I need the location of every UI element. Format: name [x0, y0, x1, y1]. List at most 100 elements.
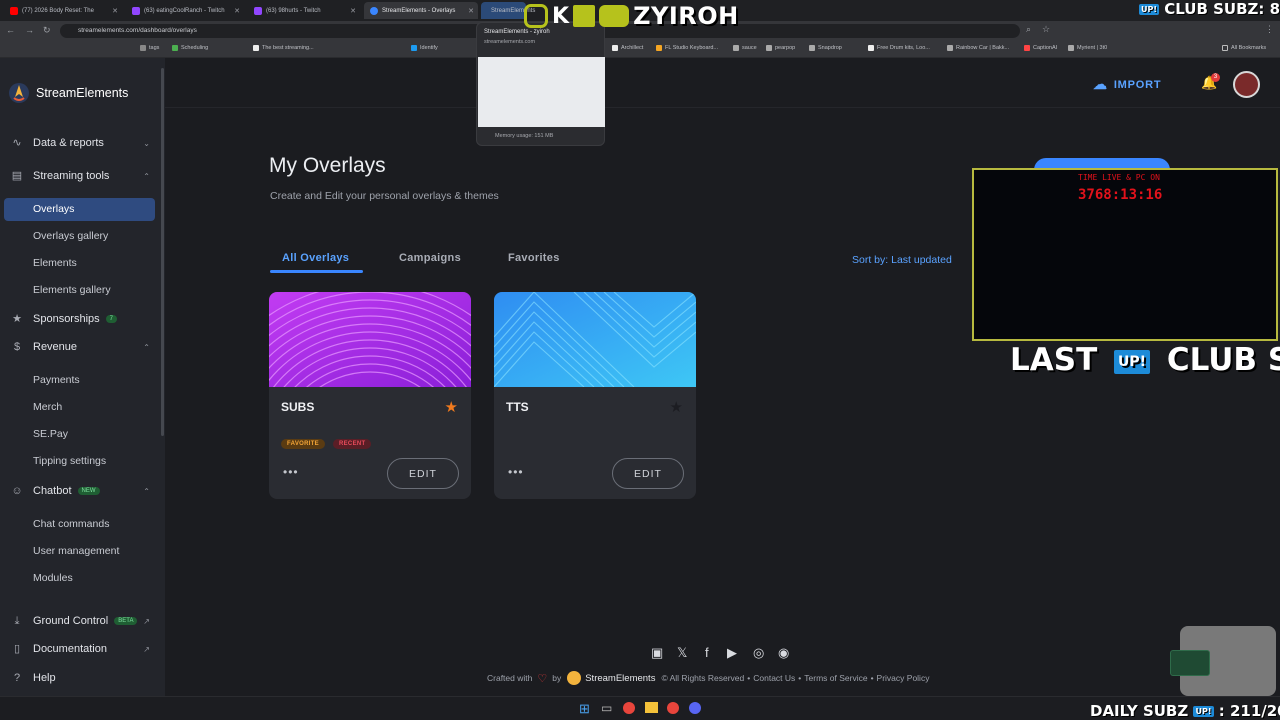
bookmark-item[interactable]: Scheduling [172, 45, 208, 51]
nav-user-management[interactable]: User management [33, 545, 119, 557]
bookmark-item[interactable]: The best streaming... [253, 45, 314, 51]
nav-ground-control[interactable]: ⤓ Ground Control BETA ↗ [10, 614, 150, 628]
task-view-icon[interactable]: ▭ [601, 701, 612, 715]
bookmark-item[interactable]: CaptionAI [1024, 45, 1057, 51]
facebook-icon[interactable]: f [705, 645, 709, 660]
close-icon[interactable]: ✕ [234, 7, 240, 15]
brand-logo[interactable]: StreamElements [8, 82, 128, 104]
bookmark-item[interactable]: Identify [411, 45, 438, 51]
nav-elements-gallery[interactable]: Elements gallery [33, 284, 111, 296]
youtube-icon[interactable]: ▶ [727, 645, 737, 661]
close-icon[interactable]: ✕ [112, 7, 118, 15]
last-club-sub-overlay: LAST UP! CLUB S [1010, 342, 1280, 378]
recent-tag: RECENT [333, 439, 372, 449]
footer-text: Crafted with [487, 673, 533, 683]
discord-icon[interactable] [689, 702, 701, 714]
tab-campaigns[interactable]: Campaigns [399, 252, 461, 264]
all-bookmarks[interactable]: All Bookmarks [1222, 45, 1266, 51]
bookmark-item[interactable]: FL Studio Keyboard... [656, 45, 718, 51]
overlay-card[interactable]: SUBS ★ FAVORITE RECENT ••• EDIT [269, 292, 471, 499]
nav-overlays[interactable]: Overlays [33, 203, 74, 215]
sidebar-scrollbar[interactable] [161, 68, 164, 436]
favorite-tag: FAVORITE [281, 439, 325, 449]
nav-sponsorships[interactable]: ★ Sponsorships 7 [10, 312, 150, 326]
preview-domain: streamelements.com [484, 39, 536, 45]
chrome-icon[interactable] [667, 702, 679, 714]
more-options-button[interactable]: ••• [283, 465, 299, 479]
nav-payments[interactable]: Payments [33, 374, 80, 386]
nav-label: Help [33, 672, 56, 684]
bookmark-item[interactable]: Rainbow Car | Bakk... [947, 45, 1009, 51]
browser-tab[interactable]: StreamElements [481, 2, 535, 19]
nav-merch[interactable]: Merch [33, 401, 62, 413]
reload-icon[interactable]: ↻ [43, 25, 51, 36]
overlay-card[interactable]: TTS ★ ••• EDIT [494, 292, 696, 499]
favorite-star-icon[interactable]: ★ [670, 398, 683, 416]
tab-label: (77) 2026 Body Reset: The [22, 7, 94, 14]
nav-label: Revenue [33, 341, 78, 353]
import-button[interactable]: ☁ IMPORT [1093, 76, 1161, 93]
toast-button[interactable] [1170, 650, 1210, 676]
instagram-icon[interactable]: ◎ [753, 645, 764, 661]
more-options-button[interactable]: ••• [508, 465, 524, 479]
browser-tab[interactable]: (63) 98hurts - Twitch ✕ [248, 2, 360, 19]
bookmark-item[interactable]: tags [140, 45, 159, 51]
up-badge: UP! [1193, 706, 1214, 717]
nav-help[interactable]: ? Help [10, 671, 150, 685]
overlay-thumbnail [494, 292, 696, 388]
tab-favorites[interactable]: Favorites [508, 252, 560, 264]
terms-link[interactable]: Terms of Service [804, 673, 867, 683]
bookmark-item[interactable]: Snapdrop [809, 45, 842, 51]
bookmark-star-icon[interactable]: ☆ [1042, 24, 1050, 35]
windows-start-icon[interactable]: ⊞ [579, 701, 590, 717]
browser-tab[interactable]: (77) 2026 Body Reset: The ✕ [4, 2, 122, 19]
avatar[interactable] [1233, 71, 1260, 98]
nav-label: Ground Control [33, 615, 109, 627]
streamelements-icon [370, 6, 378, 15]
bookmark-item[interactable]: sauce [733, 45, 757, 51]
document-icon: ▯ [13, 643, 21, 655]
twitch-icon[interactable]: ▣ [651, 645, 663, 661]
bookmark-item[interactable]: Free Drum kits, Loo... [868, 45, 930, 51]
nav-data-reports[interactable]: ∿ Data & reports ⌄ [10, 136, 150, 150]
nav-overlays-gallery[interactable]: Overlays gallery [33, 230, 108, 242]
discord-icon[interactable]: ◉ [778, 645, 789, 661]
count-badge: 7 [105, 315, 117, 323]
nav-label: Sponsorships [33, 313, 100, 325]
nav-elements[interactable]: Elements [33, 257, 77, 269]
sort-dropdown[interactable]: Sort by: Last updated [852, 254, 952, 266]
chrome-icon[interactable] [623, 702, 635, 714]
close-icon[interactable]: ✕ [468, 7, 474, 15]
edit-button[interactable]: EDIT [387, 458, 459, 489]
url-text: streamelements.com/dashboard/overlays [78, 27, 197, 34]
privacy-link[interactable]: Privacy Policy [877, 673, 930, 683]
sidebar: StreamElements [0, 58, 165, 696]
forward-icon[interactable]: → [25, 25, 34, 35]
nav-sepay[interactable]: SE.Pay [33, 428, 68, 440]
contact-link[interactable]: Contact Us [753, 673, 795, 683]
nav-modules[interactable]: Modules [33, 572, 73, 584]
folder-icon[interactable] [645, 702, 658, 713]
nav-chat-commands[interactable]: Chat commands [33, 518, 109, 530]
import-label: IMPORT [1113, 78, 1162, 91]
search-icon[interactable]: ⌕ [1026, 24, 1031, 35]
bookmark-item[interactable]: Archillect [612, 45, 643, 51]
edit-button[interactable]: EDIT [612, 458, 684, 489]
nav-tipping-settings[interactable]: Tipping settings [33, 455, 106, 467]
tab-all-overlays[interactable]: All Overlays [282, 252, 349, 264]
nav-documentation[interactable]: ▯ Documentation ↗ [10, 642, 150, 656]
footer-rights: © All Rights Reserved [661, 673, 745, 683]
nav-revenue[interactable]: $ Revenue ⌃ [10, 340, 150, 354]
close-icon[interactable]: ✕ [350, 7, 356, 15]
bookmark-item[interactable]: Myrient | 3t0 [1068, 45, 1107, 51]
nav-chatbot[interactable]: ☺ Chatbot NEW ⌃ [10, 484, 150, 498]
browser-tab-active[interactable]: StreamElements - Overlays ✕ [364, 2, 478, 19]
bookmark-item[interactable]: pearpop [766, 45, 795, 51]
x-twitter-icon[interactable]: 𝕏 [677, 645, 687, 661]
active-tab-indicator [270, 270, 363, 273]
browser-tab[interactable]: (63) eatingCoolRanch - Twitch ✕ [126, 2, 244, 19]
favorite-star-icon[interactable]: ★ [445, 398, 458, 416]
back-icon[interactable]: ← [6, 25, 15, 35]
menu-icon[interactable]: ⋮ [1265, 24, 1274, 35]
nav-streaming-tools[interactable]: ▤ Streaming tools ⌃ [10, 169, 150, 183]
